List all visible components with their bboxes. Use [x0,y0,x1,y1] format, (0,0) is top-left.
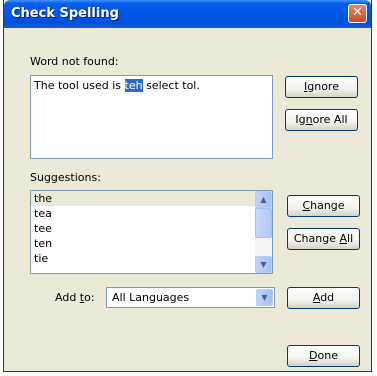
ignore-all-label-rest: ore All [312,113,348,126]
ignore-all-label-pre: Ig [295,113,306,126]
suggestion-list-item[interactable]: tea [31,206,272,221]
change-accel: C [302,199,311,212]
title-bar[interactable]: Check Spelling ✕ [4,0,371,28]
dialog-title: Check Spelling [11,6,119,21]
add-to-label: Add to: [55,291,95,304]
ignore-button[interactable]: Ignore [285,76,358,98]
misspelled-word: teh [124,79,143,92]
check-spelling-dialog: Check Spelling ✕ Word not found: The too… [3,0,372,372]
done-button[interactable]: Done [287,345,360,367]
suggestion-items: the tea tee ten tie [31,191,272,266]
suggestion-list-item[interactable]: the [31,191,272,206]
change-all-label-pre: Change [293,232,340,245]
close-icon[interactable]: ✕ [348,4,367,23]
ignore-label-rest: gnore [307,80,339,93]
sentence-after: select tol. [142,79,200,92]
change-all-accel: A [339,232,348,245]
sentence-before: The tool used is [34,79,125,92]
add-to-selected-value: All Languages [112,291,190,304]
suggestion-list-item[interactable]: ten [31,236,272,251]
word-not-found-label: Word not found: [30,55,119,68]
add-button[interactable]: Add [287,287,360,309]
change-all-label-rest: ll [347,232,354,245]
done-accel: D [309,349,318,362]
scroll-up-icon[interactable]: ▲ [255,191,272,208]
add-to-label-rest: o: [84,291,95,304]
scroll-thumb[interactable] [255,208,272,238]
not-found-text-field[interactable]: The tool used is teh select tol. [30,75,273,159]
suggestions-list[interactable]: the tea tee ten tie ▲ ▼ [30,190,273,274]
add-to-dropdown[interactable]: All Languages ▼ [106,287,275,308]
suggestions-label: Suggestions: [30,171,101,184]
add-to-label-pre: Add [55,291,80,304]
suggestion-list-item[interactable]: tee [31,221,272,236]
scroll-down-icon[interactable]: ▼ [255,256,272,273]
change-button[interactable]: Change [287,195,360,217]
ignore-all-button[interactable]: Ignore All [285,109,358,131]
chevron-down-icon[interactable]: ▼ [256,289,273,306]
done-label-rest: one [317,349,338,362]
add-label-rest: dd [320,291,335,304]
suggestion-list-item[interactable]: tie [31,251,272,266]
suggestions-scrollbar[interactable]: ▲ ▼ [255,191,272,273]
change-label-rest: hange [310,199,345,212]
change-all-button[interactable]: Change All [287,228,360,250]
ignore-all-accel: n [305,113,313,126]
